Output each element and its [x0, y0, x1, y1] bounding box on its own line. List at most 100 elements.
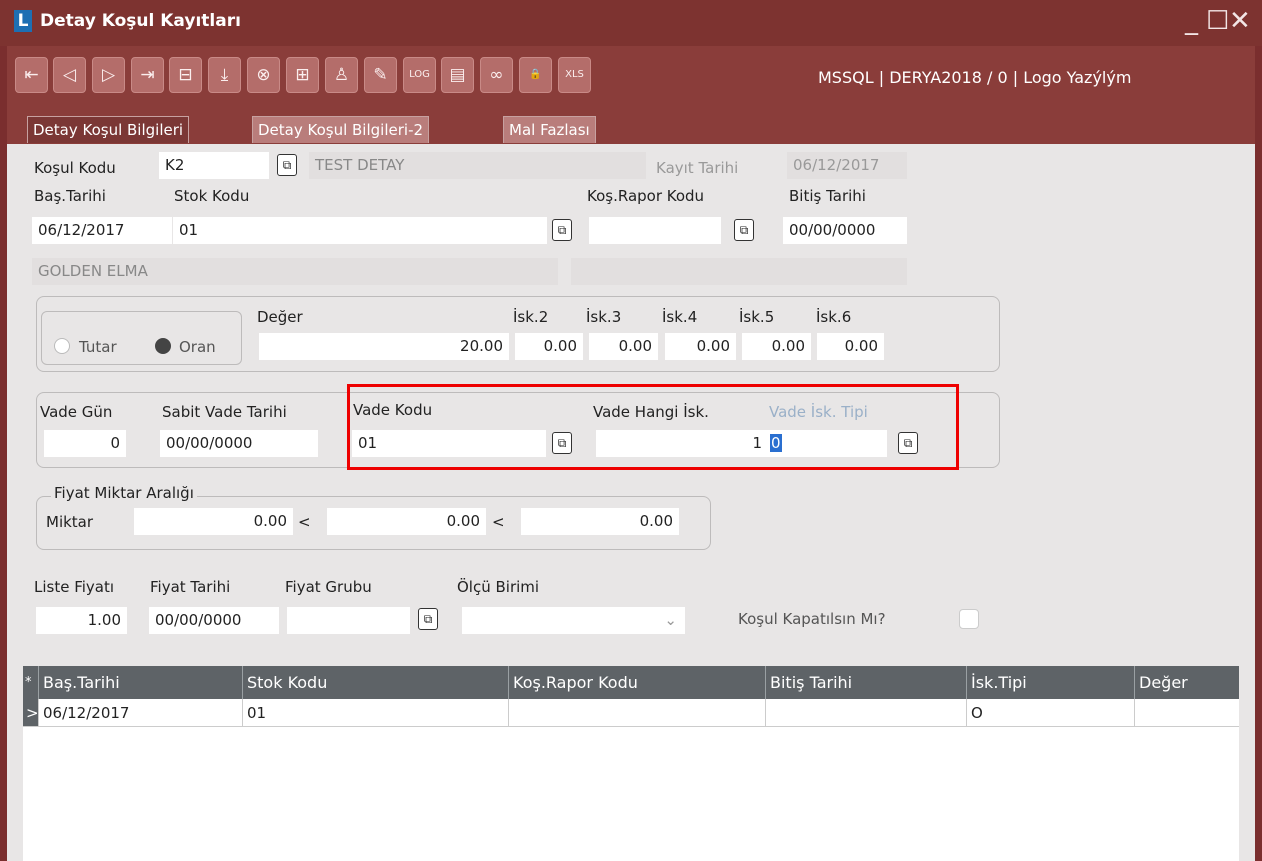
cancel-icon[interactable]: ⊗ [247, 57, 280, 93]
stok-adi-field: GOLDEN ELMA [32, 258, 558, 285]
records-grid: * Baş.Tarihi Stok Kodu Koş.Rapor Kodu Bi… [23, 666, 1239, 861]
title-bar: L Detay Koşul Kayıtları _ ☐ ✕ [0, 0, 1262, 46]
col-kos-rapor-kodu[interactable]: Koş.Rapor Kodu [509, 666, 766, 699]
lock-icon[interactable]: 🔒 [519, 57, 552, 93]
kapat-checkbox[interactable] [959, 609, 979, 629]
kos-rapor-field[interactable] [589, 217, 721, 244]
link-icon[interactable]: ∞ [480, 57, 513, 93]
col-bas-tarihi[interactable]: Baş.Tarihi [39, 666, 243, 699]
bitis-tarihi-label: Bitiş Tarihi [789, 187, 866, 205]
stok-kodu-lookup-icon[interactable]: ⧉ [552, 219, 572, 241]
cell-kos-rapor-kodu[interactable] [509, 699, 766, 727]
fiyat-grubu-label: Fiyat Grubu [285, 578, 372, 596]
toolbar: ⇤ ◁ ▷ ⇥ ⊟ ⤓ ⊗ ⊞ ♙ ✎ LOG ▤ ∞ 🔒 XLS MSSQL | DERYA2018 / … [7, 46, 1255, 112]
new-row-icon: * [23, 666, 39, 699]
document-icon[interactable]: ▤ [441, 57, 474, 93]
range-sep-1: < [298, 513, 311, 531]
next-record-icon[interactable]: ▷ [92, 57, 125, 93]
chevron-down-icon: ⌄ [664, 611, 677, 629]
isk4-label: İsk.4 [662, 308, 698, 326]
deger-label: Değer [257, 308, 303, 326]
liste-fiyati-label: Liste Fiyatı [34, 578, 115, 596]
isk5-label: İsk.5 [739, 308, 775, 326]
app-logo-icon: L [14, 10, 32, 32]
isk3-field[interactable]: 0.00 [589, 333, 658, 360]
col-deger[interactable]: Değer [1135, 666, 1239, 699]
stok-kodu-label: Stok Kodu [174, 187, 250, 205]
kayit-tarihi-label: Kayıt Tarihi [656, 159, 739, 177]
last-record-icon[interactable]: ⇥ [131, 57, 164, 93]
user-icon[interactable]: ♙ [325, 57, 358, 93]
miktar-mid-field[interactable]: 0.00 [327, 508, 486, 535]
minimize-button[interactable]: _ [1185, 6, 1198, 36]
bitis-tarihi-field[interactable]: 00/00/0000 [783, 217, 907, 244]
grid-header: * Baş.Tarihi Stok Kodu Koş.Rapor Kodu Bi… [23, 666, 1239, 699]
delete-record-icon[interactable]: ⊟ [169, 57, 202, 93]
miktar-min-field[interactable]: 0.00 [134, 508, 293, 535]
isk6-field[interactable]: 0.00 [817, 333, 884, 360]
liste-fiyati-field[interactable]: 1.00 [36, 607, 127, 634]
range-sep-2: < [492, 513, 505, 531]
sabit-vade-label: Sabit Vade Tarihi [162, 403, 287, 421]
isk2-field[interactable]: 0.00 [515, 333, 583, 360]
fiyat-tarihi-label: Fiyat Tarihi [150, 578, 231, 596]
isk2-label: İsk.2 [513, 308, 549, 326]
kapat-label: Koşul Kapatılsın Mı? [738, 610, 886, 628]
tab-detay-kosul-bilgileri[interactable]: Detay Koşul Bilgileri [27, 116, 190, 143]
cell-bitis-tarihi[interactable] [766, 699, 967, 727]
fiyat-tarihi-field[interactable]: 00/00/0000 [149, 607, 279, 634]
col-isk-tipi[interactable]: İsk.Tipi [967, 666, 1135, 699]
db-info: MSSQL | DERYA2018 / 0 | Logo Yazýlým [818, 68, 1132, 87]
stok-kodu-field[interactable]: 01 [173, 217, 547, 244]
tutar-label: Tutar [79, 338, 117, 356]
window-title: Detay Koşul Kayıtları [40, 11, 241, 31]
isk4-field[interactable]: 0.00 [665, 333, 736, 360]
tab-strip: Detay Koşul Bilgileri Detay Koşul Bilgil… [7, 112, 1255, 144]
fiyat-grubu-lookup-icon[interactable]: ⧉ [418, 608, 438, 630]
sabit-vade-field[interactable]: 00/00/0000 [160, 430, 318, 457]
kosul-desc-field: TEST DETAY [309, 152, 646, 179]
tutar-radio[interactable] [54, 338, 70, 354]
kosul-kodu-field[interactable]: K2 [159, 152, 269, 179]
maximize-button[interactable]: ☐ [1206, 6, 1229, 36]
col-stok-kodu[interactable]: Stok Kodu [243, 666, 509, 699]
fiyat-grubu-field[interactable] [287, 607, 410, 634]
bas-tarihi-field[interactable]: 06/12/2017 [32, 217, 172, 244]
kosul-kodu-label: Koşul Kodu [34, 159, 116, 177]
isk5-field[interactable]: 0.00 [742, 333, 811, 360]
row-pointer-icon: > [23, 699, 39, 727]
oran-label: Oran [179, 338, 216, 356]
isk6-label: İsk.6 [816, 308, 852, 326]
deger-field[interactable]: 20.00 [259, 333, 509, 360]
new-record-icon[interactable]: ⊞ [286, 57, 319, 93]
form-frame: ⇤ ◁ ▷ ⇥ ⊟ ⤓ ⊗ ⊞ ♙ ✎ LOG ▤ ∞ 🔒 XLS MSSQL | DERYA2018 / … [7, 46, 1255, 861]
first-record-icon[interactable]: ⇤ [15, 57, 48, 93]
cell-deger[interactable] [1135, 699, 1239, 727]
excel-export-icon[interactable]: XLS [558, 57, 591, 93]
cell-bas-tarihi[interactable]: 06/12/2017 [39, 699, 243, 727]
save-icon[interactable]: ⤓ [208, 57, 241, 93]
tab-detay-kosul-bilgileri-2[interactable]: Detay Koşul Bilgileri-2 [252, 116, 430, 143]
cell-stok-kodu[interactable]: 01 [243, 699, 509, 727]
kos-rapor-lookup-icon[interactable]: ⧉ [734, 219, 754, 241]
olcu-birimi-select[interactable]: ⌄ [462, 607, 685, 634]
vade-gun-label: Vade Gün [40, 403, 113, 421]
cell-isk-tipi[interactable]: O [967, 699, 1135, 727]
close-button[interactable]: ✕ [1229, 6, 1251, 36]
previous-record-icon[interactable]: ◁ [53, 57, 86, 93]
kosul-kodu-lookup-icon[interactable]: ⧉ [277, 154, 297, 176]
kayit-tarihi-field: 06/12/2017 [787, 152, 907, 179]
highlight-box [347, 384, 959, 470]
log-icon[interactable]: LOG [403, 57, 436, 93]
kos-rapor-label: Koş.Rapor Kodu [587, 187, 705, 205]
isk3-label: İsk.3 [586, 308, 622, 326]
col-bitis-tarihi[interactable]: Bitiş Tarihi [766, 666, 967, 699]
oran-radio[interactable] [155, 338, 171, 354]
tab-mal-fazlasi[interactable]: Mal Fazlası [503, 116, 596, 143]
bas-tarihi-label: Baş.Tarihi [34, 187, 106, 205]
olcu-birimi-label: Ölçü Birimi [457, 578, 540, 596]
edit-icon[interactable]: ✎ [364, 57, 397, 93]
miktar-max-field[interactable]: 0.00 [521, 508, 679, 535]
stok-extra-field [571, 258, 907, 285]
vade-gun-field[interactable]: 0 [44, 430, 126, 457]
